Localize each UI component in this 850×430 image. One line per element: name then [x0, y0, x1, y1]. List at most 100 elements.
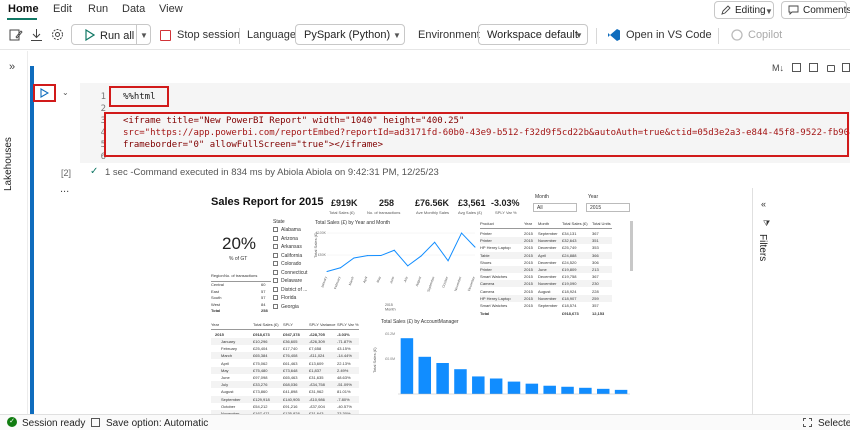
state-option[interactable]: Delaware	[273, 277, 313, 285]
checkbox[interactable]	[273, 227, 278, 232]
state-option[interactable]: Connecticut	[273, 269, 313, 277]
collapse-chevron-icon[interactable]: ⌄	[62, 88, 69, 97]
bar[interactable]	[489, 378, 503, 395]
month-slicer[interactable]: All	[533, 203, 577, 212]
run-all-button[interactable]: Run all ▼	[71, 24, 151, 45]
table-cell: 2015	[524, 231, 533, 236]
year-slicer[interactable]: 2015	[586, 203, 630, 212]
table-cell: December	[538, 245, 557, 251]
bar[interactable]	[543, 385, 556, 394]
pencil-icon	[721, 5, 731, 15]
filters-label[interactable]: Filters	[757, 234, 768, 261]
state-option[interactable]: Georgia	[273, 303, 313, 311]
open-vscode-button[interactable]: Open in VS Code	[626, 29, 712, 41]
checkbox[interactable]	[273, 252, 278, 258]
editing-button[interactable]: Editing ▼	[714, 1, 774, 19]
state-option[interactable]: Florida	[273, 294, 313, 302]
delete-icon[interactable]	[842, 63, 850, 72]
language-select[interactable]: PySpark (Python) ▼	[295, 24, 405, 45]
tab-view[interactable]: View	[159, 3, 183, 15]
state-option[interactable]: Alabama	[273, 226, 313, 234]
bar[interactable]	[418, 356, 432, 394]
chevron-down-icon[interactable]: ▼	[140, 31, 148, 40]
state-slicer[interactable]: Alabama Arizona Arkansas California Colorado…	[273, 226, 313, 312]
checkbox[interactable]	[273, 286, 278, 292]
state-label: Colorado	[281, 261, 302, 267]
table-cell: -£11,024	[309, 353, 325, 359]
save-option[interactable]: Save option: Automatic	[106, 418, 208, 429]
stop-session-button[interactable]: Stop session	[177, 29, 240, 41]
line-chart[interactable]: Total Sales (£)£100K£50KJanuary February M…	[313, 226, 478, 311]
gear-icon[interactable]	[51, 28, 64, 41]
bar[interactable]	[400, 338, 414, 394]
product-table: Product Year Month Total Sales (£) Total Uni…	[480, 221, 635, 317]
table-cell: -3.03%	[337, 332, 350, 337]
kpi-value: £919K	[331, 198, 358, 208]
comments-button[interactable]: Comments	[781, 1, 850, 19]
bar[interactable]	[507, 381, 521, 394]
lock-icon[interactable]	[827, 65, 835, 72]
y-tick-label: £100K	[316, 231, 327, 235]
table-cell: £19,090	[562, 281, 577, 287]
tab-data[interactable]: Data	[122, 3, 145, 15]
table-cell: 2015	[524, 252, 533, 258]
table-cell: West	[211, 301, 221, 307]
table-cell: Table	[480, 252, 490, 258]
table-cell: £25,404	[253, 346, 268, 352]
bar[interactable]	[525, 383, 539, 394]
table-cell: January	[221, 339, 236, 344]
expand-cell-icon[interactable]	[809, 63, 818, 72]
tab-home[interactable]: Home	[8, 3, 39, 15]
output-more-icon[interactable]: ...	[60, 183, 69, 195]
tab-run[interactable]: Run	[88, 3, 108, 15]
tab-edit[interactable]: Edit	[53, 3, 72, 15]
table-cell: £19,758	[562, 274, 577, 280]
expand-chevron-icon[interactable]: »	[9, 61, 15, 73]
table-cell: 48.63%	[337, 375, 351, 380]
execution-status: 1 sec -Command executed in 834 ms by Abi…	[105, 167, 439, 178]
bar[interactable]	[614, 389, 628, 394]
bar[interactable]	[436, 363, 449, 394]
checkbox[interactable]	[273, 244, 278, 249]
checkbox[interactable]	[273, 278, 278, 283]
state-option[interactable]: Arkansas	[273, 243, 313, 251]
bar[interactable]	[579, 387, 592, 394]
run-cell-icon[interactable]	[40, 88, 49, 98]
x-tick-label: October	[441, 275, 449, 288]
bar[interactable]	[454, 369, 467, 394]
scrollbar[interactable]	[630, 221, 633, 271]
table-cell: 57	[261, 295, 266, 300]
edit-notebook-icon[interactable]	[9, 28, 23, 42]
checkbox[interactable]	[273, 261, 278, 266]
bar[interactable]	[561, 386, 574, 394]
checkbox[interactable]	[273, 235, 278, 241]
checkbox[interactable]	[273, 269, 278, 275]
collapse-filters-icon[interactable]: «	[761, 199, 766, 209]
table-cell: Total	[211, 308, 221, 313]
table-cell: £61,463	[283, 360, 298, 366]
table-cell: 367	[592, 231, 599, 236]
comment-cell-icon[interactable]	[792, 63, 801, 72]
table-total: 12,153	[592, 311, 605, 317]
state-option[interactable]: District of ...	[273, 286, 313, 294]
powerbi-report[interactable]: Sales Report for 2015 £919K Total Sales …	[205, 188, 635, 414]
state-label: Georgia	[281, 303, 299, 310]
y-tick-label: £0.2M	[385, 332, 395, 336]
state-option[interactable]: California	[273, 252, 313, 260]
state-option[interactable]: Colorado	[273, 260, 313, 268]
bar[interactable]	[472, 376, 485, 394]
bar-chart[interactable]: Total Sales (£) £0.2M £0.0M	[370, 326, 635, 414]
state-option[interactable]: Arizona	[273, 235, 313, 243]
line-point	[461, 232, 463, 234]
checkbox[interactable]	[273, 303, 278, 309]
lakehouses-label[interactable]: Lakehouses	[3, 137, 14, 191]
bar[interactable]	[596, 388, 610, 394]
table-cell: -14.44%	[337, 353, 352, 359]
checkbox[interactable]	[273, 295, 278, 300]
environment-select[interactable]: Workspace default ▼	[478, 24, 588, 45]
table-cell: 84	[261, 301, 266, 307]
markdown-icon[interactable]: M↓	[772, 63, 784, 73]
copilot-button[interactable]: Copilot	[748, 29, 782, 41]
download-icon[interactable]	[30, 28, 43, 42]
table-cell: £24,520	[562, 259, 577, 265]
